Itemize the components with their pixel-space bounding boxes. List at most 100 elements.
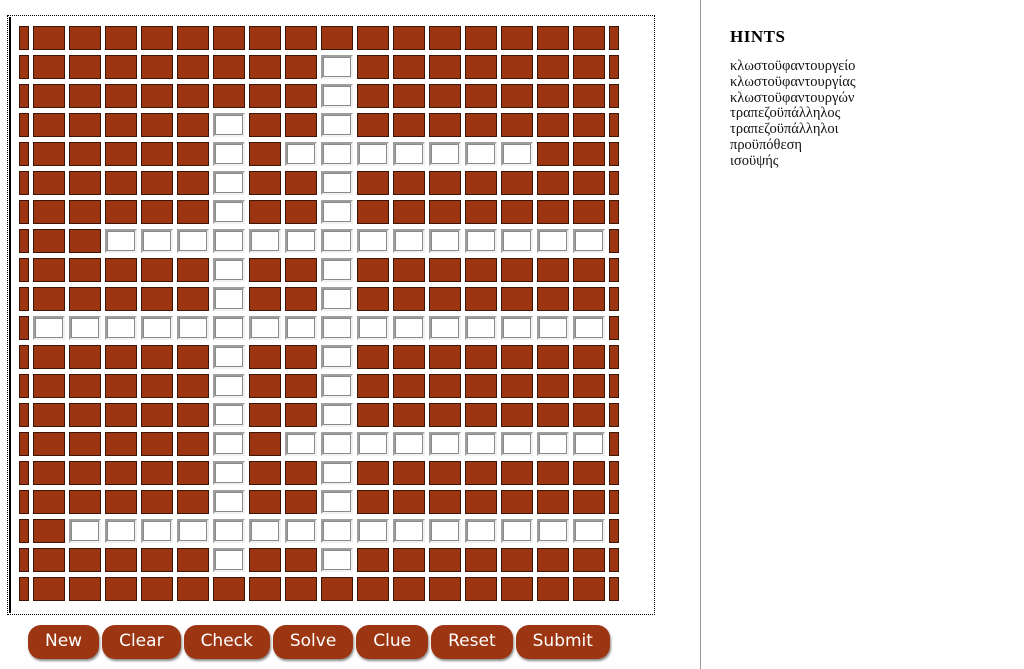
- grid-cell-block: [211, 82, 247, 111]
- grid-cell-open[interactable]: [211, 285, 247, 314]
- grid-cell-open[interactable]: [175, 517, 211, 546]
- grid-cell-open[interactable]: [319, 488, 355, 517]
- grid-cell-open[interactable]: [211, 517, 247, 546]
- grid-cell-open[interactable]: [391, 314, 427, 343]
- grid-cell-open[interactable]: [319, 401, 355, 430]
- grid-cell-open[interactable]: [391, 140, 427, 169]
- grid-cell-open[interactable]: [247, 227, 283, 256]
- grid-cell-open[interactable]: [319, 111, 355, 140]
- grid-cell-block: [67, 53, 103, 82]
- grid-cell-open[interactable]: [211, 227, 247, 256]
- grid-cell-open[interactable]: [211, 111, 247, 140]
- grid-cell-open[interactable]: [499, 430, 535, 459]
- grid-cell-open[interactable]: [535, 227, 571, 256]
- grid-cell-open[interactable]: [319, 53, 355, 82]
- grid-cell-open[interactable]: [391, 227, 427, 256]
- grid-cell-open[interactable]: [283, 227, 319, 256]
- grid-cell-open[interactable]: [355, 227, 391, 256]
- grid-cell-open[interactable]: [319, 430, 355, 459]
- grid-cell-open[interactable]: [427, 314, 463, 343]
- grid-cell-open[interactable]: [283, 517, 319, 546]
- grid-cell-face: [429, 345, 461, 369]
- grid-cell-open[interactable]: [319, 285, 355, 314]
- grid-cell-open[interactable]: [211, 372, 247, 401]
- grid-cell-open[interactable]: [67, 314, 103, 343]
- clear-button[interactable]: Clear: [102, 625, 181, 659]
- grid-cell-open[interactable]: [499, 314, 535, 343]
- submit-button[interactable]: Submit: [515, 625, 610, 659]
- grid-cell-open[interactable]: [499, 140, 535, 169]
- grid-cell-open[interactable]: [175, 314, 211, 343]
- clue-button[interactable]: Clue: [356, 625, 429, 659]
- grid-cell-open[interactable]: [103, 227, 139, 256]
- grid-cell-open[interactable]: [139, 314, 175, 343]
- grid-cell-open[interactable]: [139, 517, 175, 546]
- grid-cell-open[interactable]: [67, 517, 103, 546]
- grid-cell-open[interactable]: [355, 140, 391, 169]
- grid-cell-open[interactable]: [211, 546, 247, 575]
- grid-cell-open[interactable]: [571, 314, 607, 343]
- grid-cell-open[interactable]: [211, 459, 247, 488]
- grid-cell-open[interactable]: [247, 314, 283, 343]
- grid-cell-open[interactable]: [319, 343, 355, 372]
- grid-cell-open[interactable]: [319, 517, 355, 546]
- grid-cell-open[interactable]: [571, 517, 607, 546]
- grid-cell-open[interactable]: [355, 314, 391, 343]
- grid-cell-open[interactable]: [319, 140, 355, 169]
- grid-cell-open[interactable]: [319, 372, 355, 401]
- grid-cell-open[interactable]: [211, 140, 247, 169]
- grid-cell-open[interactable]: [319, 256, 355, 285]
- grid-cell-open[interactable]: [499, 227, 535, 256]
- reset-button[interactable]: Reset: [431, 625, 513, 659]
- grid-cell-open[interactable]: [211, 343, 247, 372]
- grid-cell-open[interactable]: [211, 430, 247, 459]
- grid-cell-open[interactable]: [211, 488, 247, 517]
- grid-cell-open[interactable]: [391, 517, 427, 546]
- grid-cell-open[interactable]: [139, 227, 175, 256]
- grid-cell-open[interactable]: [571, 430, 607, 459]
- new-button[interactable]: New: [28, 625, 100, 659]
- grid-cell-face: [573, 548, 605, 572]
- grid-cell-face: [105, 548, 137, 572]
- grid-cell-open[interactable]: [283, 140, 319, 169]
- grid-cell-open[interactable]: [211, 198, 247, 227]
- grid-cell-open[interactable]: [463, 314, 499, 343]
- grid-cell-open[interactable]: [319, 546, 355, 575]
- grid-cell-open[interactable]: [247, 517, 283, 546]
- grid-cell-open[interactable]: [463, 430, 499, 459]
- grid-cell-open[interactable]: [319, 459, 355, 488]
- grid-cell-open[interactable]: [319, 82, 355, 111]
- grid-cell-open[interactable]: [427, 140, 463, 169]
- grid-cell-open[interactable]: [535, 430, 571, 459]
- grid-cell-open[interactable]: [31, 314, 67, 343]
- crossword-grid[interactable]: [17, 24, 621, 604]
- grid-cell-open[interactable]: [391, 430, 427, 459]
- solve-button[interactable]: Solve: [272, 625, 354, 659]
- grid-cell-open[interactable]: [499, 517, 535, 546]
- grid-cell-open[interactable]: [355, 517, 391, 546]
- grid-cell-open[interactable]: [427, 517, 463, 546]
- check-button[interactable]: Check: [183, 625, 270, 659]
- grid-cell-open[interactable]: [463, 517, 499, 546]
- grid-cell-open[interactable]: [175, 227, 211, 256]
- grid-cell-open[interactable]: [211, 314, 247, 343]
- grid-cell-open[interactable]: [283, 314, 319, 343]
- grid-cell-open[interactable]: [283, 430, 319, 459]
- grid-cell-open[interactable]: [211, 256, 247, 285]
- grid-cell-open[interactable]: [427, 430, 463, 459]
- grid-cell-open[interactable]: [319, 169, 355, 198]
- grid-cell-open[interactable]: [355, 430, 391, 459]
- grid-cell-open[interactable]: [463, 140, 499, 169]
- grid-cell-open[interactable]: [535, 517, 571, 546]
- grid-cell-open[interactable]: [319, 314, 355, 343]
- grid-cell-open[interactable]: [211, 169, 247, 198]
- grid-cell-open[interactable]: [211, 401, 247, 430]
- grid-cell-open[interactable]: [571, 227, 607, 256]
- grid-cell-open[interactable]: [319, 227, 355, 256]
- grid-cell-open[interactable]: [427, 227, 463, 256]
- grid-cell-open[interactable]: [319, 198, 355, 227]
- grid-cell-open[interactable]: [103, 517, 139, 546]
- grid-cell-open[interactable]: [463, 227, 499, 256]
- grid-cell-open[interactable]: [103, 314, 139, 343]
- grid-cell-open[interactable]: [535, 314, 571, 343]
